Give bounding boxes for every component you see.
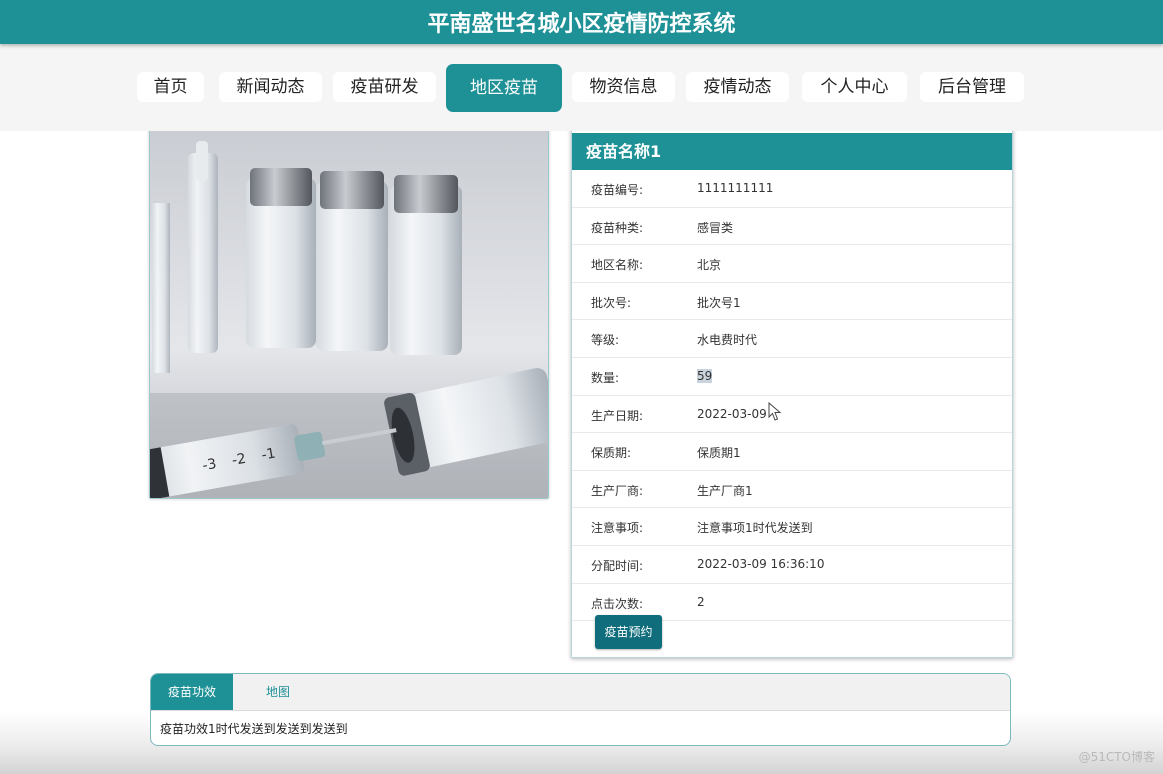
svg-text:-1: -1 — [260, 446, 277, 464]
detail-label: 数量: — [591, 370, 620, 385]
vaccine-name-title: 疫苗名称1 — [572, 133, 1012, 170]
detail-row-code: 疫苗编号: 1111111111 — [572, 170, 1012, 208]
detail-value: 批次号1 — [697, 295, 741, 310]
detail-label: 分配时间: — [591, 558, 644, 573]
detail-label: 点击次数: — [591, 596, 644, 611]
vaccine-product-image: -3 -2 -1 — [149, 122, 549, 499]
detail-value: 2 — [697, 594, 705, 609]
nav-item-vaccine-research[interactable]: 疫苗研发 — [333, 72, 436, 102]
detail-value: 2022-03-09 — [697, 406, 767, 421]
tab-efficacy[interactable]: 疫苗功效 — [151, 674, 233, 710]
detail-value: 保质期1 — [697, 446, 741, 461]
svg-text:-2: -2 — [231, 451, 248, 469]
nav-item-home[interactable]: 首页 — [137, 72, 204, 102]
detail-row-batch: 批次号: 批次号1 — [572, 283, 1012, 321]
vaccine-info-tabs: 疫苗功效 地图 疫苗功效1时代发送到发送到发送到 — [150, 673, 1011, 746]
detail-label: 疫苗种类: — [591, 220, 644, 235]
detail-row-notes: 注意事项: 注意事项1时代发送到 — [572, 508, 1012, 546]
detail-row-grade: 等级: 水电费时代 — [572, 320, 1012, 358]
detail-row-manufacturer: 生产厂商: 生产厂商1 — [572, 471, 1012, 509]
detail-label: 等级: — [591, 333, 620, 348]
detail-label: 保质期: — [591, 446, 632, 461]
detail-value-selected: 59 — [697, 368, 713, 383]
detail-row-type: 疫苗种类: 感冒类 — [572, 208, 1012, 246]
detail-value: 1111111111 — [697, 181, 774, 195]
detail-label: 疫苗编号: — [591, 183, 644, 197]
detail-value: 注意事项1时代发送到 — [697, 521, 813, 536]
detail-label: 地区名称: — [591, 258, 644, 273]
detail-row-region: 地区名称: 北京 — [572, 245, 1012, 283]
detail-value: 水电费时代 — [697, 333, 758, 348]
vaccine-reserve-button[interactable]: 疫苗预约 — [595, 615, 662, 649]
detail-label: 生产日期: — [591, 408, 644, 423]
detail-value: 北京 — [697, 258, 722, 273]
nav-item-regional-vaccine[interactable]: 地区疫苗 — [446, 64, 562, 112]
svg-text:-3: -3 — [201, 456, 218, 474]
site-title: 平南盛世名城小区疫情防控系统 — [427, 12, 736, 37]
tab-map[interactable]: 地图 — [233, 674, 323, 710]
detail-row-shelf-life: 保质期: 保质期1 — [572, 433, 1012, 471]
detail-row-quantity: 数量: 59 — [572, 358, 1012, 396]
vaccine-detail-panel: 疫苗名称1 疫苗编号: 1111111111 疫苗种类: 感冒类 地区名称: 北… — [571, 120, 1013, 658]
nav-item-news[interactable]: 新闻动态 — [219, 72, 322, 102]
detail-row-assign-time: 分配时间: 2022-03-09 16:36:10 — [572, 546, 1012, 584]
detail-label: 生产厂商: — [591, 483, 644, 498]
detail-label: 批次号: — [591, 295, 632, 310]
tab-strip: 疫苗功效 地图 — [151, 674, 1010, 711]
nav-item-admin[interactable]: 后台管理 — [920, 72, 1024, 102]
detail-value: 2022-03-09 16:36:10 — [697, 556, 825, 571]
nav-item-supplies[interactable]: 物资信息 — [572, 72, 675, 102]
top-header-bar: 平南盛世名城小区疫情防控系统 — [0, 0, 1163, 44]
watermark: @51CTO博客 — [1078, 750, 1155, 764]
nav-item-epidemic-news[interactable]: 疫情动态 — [686, 72, 789, 102]
mouse-cursor-icon — [768, 401, 782, 426]
detail-value: 生产厂商1 — [697, 483, 753, 498]
nav-item-personal-center[interactable]: 个人中心 — [802, 72, 907, 102]
detail-row-production-date: 生产日期: 2022-03-09 — [572, 396, 1012, 434]
detail-value: 感冒类 — [697, 220, 734, 235]
detail-label: 注意事项: — [591, 521, 644, 536]
main-navigation: 首页 新闻动态 疫苗研发 地区疫苗 物资信息 疫情动态 个人中心 后台管理 — [0, 44, 1163, 131]
tab-content-text: 疫苗功效1时代发送到发送到发送到 — [160, 722, 348, 736]
